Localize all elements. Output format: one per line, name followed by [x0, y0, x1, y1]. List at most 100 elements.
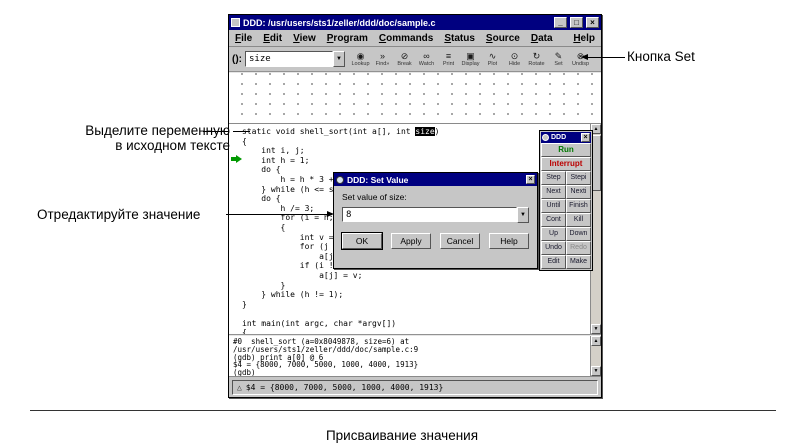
cmd-up-button[interactable]: Up: [541, 227, 566, 241]
argument-combo: ▼: [245, 51, 345, 67]
scroll-up-icon[interactable]: ▲: [591, 336, 601, 346]
status-text: $4 = {8000, 7000, 5000, 1000, 4000, 1913…: [246, 383, 443, 392]
dialog-cancel-button[interactable]: Cancel: [440, 233, 480, 249]
cmd-stepi-button[interactable]: Stepi: [566, 171, 591, 185]
command-row: UndoRedo: [541, 241, 591, 255]
print-icon: ≡: [446, 51, 451, 61]
value-dropdown-icon[interactable]: ▼: [517, 207, 529, 223]
set-value-dialog: DDD: Set Value × Set value of size: ▼ OK…: [333, 172, 538, 269]
cmd-cont-button[interactable]: Cont: [541, 213, 566, 227]
dialog-close-icon[interactable]: ×: [526, 175, 535, 184]
scroll-down-icon[interactable]: ▼: [591, 324, 601, 334]
minimize-button[interactable]: _: [554, 17, 567, 28]
code-line1-suffix: ): [435, 127, 440, 136]
hide-button[interactable]: ⊙Hide: [504, 47, 525, 71]
window-title: DDD: /usr/users/sts1/zeller/ddd/doc/samp…: [243, 18, 551, 28]
close-button[interactable]: ×: [586, 17, 599, 28]
display-label: Display: [461, 61, 479, 67]
cmd-nexti-button[interactable]: Nexti: [566, 185, 591, 199]
gdb-console-text[interactable]: #0 shell_sort (a=0x8049878, size=6) at /…: [233, 338, 418, 377]
scroll-down-icon[interactable]: ▼: [591, 366, 601, 376]
annotation-arrowhead-icon: [327, 211, 334, 217]
menu-commands[interactable]: Commands: [379, 33, 433, 44]
cmd-step-button[interactable]: Step: [541, 171, 566, 185]
annotation-line: [588, 57, 625, 58]
ddd-window: DDD: /usr/users/sts1/zeller/ddd/doc/samp…: [228, 14, 602, 398]
menu-program[interactable]: Program: [327, 33, 368, 44]
run-button[interactable]: Run: [541, 143, 591, 157]
command-tool-icon: [542, 134, 549, 141]
print-button[interactable]: ≡Print: [438, 47, 459, 71]
print-label: Print: [443, 61, 454, 67]
command-row: NextNexti: [541, 185, 591, 199]
watch-label: Watch: [419, 61, 434, 67]
annotation-line: [226, 214, 327, 215]
argument-label: ():: [232, 54, 242, 65]
break-icon: ⊘: [401, 51, 409, 61]
dialog-title: DDD: Set Value: [347, 175, 523, 185]
cmd-finish-button[interactable]: Finish: [566, 199, 591, 213]
command-tool: DDD × Run Interrupt StepStepiNextNextiUn…: [539, 130, 593, 271]
console-scrollbar[interactable]: ▲ ▼: [590, 336, 601, 376]
command-row: StepStepi: [541, 171, 591, 185]
display-button[interactable]: ▣Display: [460, 47, 481, 71]
data-display-canvas[interactable]: [229, 73, 601, 124]
annotation-set-button: Кнопка Set: [627, 49, 695, 64]
cmd-make-button[interactable]: Make: [566, 255, 591, 269]
menu-source[interactable]: Source: [486, 33, 520, 44]
command-tool-grid: StepStepiNextNextiUntilFinishContKillUpD…: [541, 171, 591, 269]
menu-status[interactable]: Status: [444, 33, 475, 44]
argument-dropdown-icon[interactable]: ▼: [333, 51, 345, 67]
cmd-undo-button[interactable]: Undo: [541, 241, 566, 255]
menu-edit[interactable]: Edit: [263, 33, 282, 44]
find-button[interactable]: »Find»: [372, 47, 393, 71]
interrupt-button[interactable]: Interrupt: [541, 157, 591, 171]
annotation-select-variable: Выделите переменную в исходном тексте: [40, 123, 230, 153]
menu-view[interactable]: View: [293, 33, 316, 44]
lookup-label: Lookup: [351, 61, 369, 67]
dialog-icon: [336, 176, 344, 184]
dialog-ok-button[interactable]: OK: [342, 233, 382, 249]
value-input[interactable]: [342, 207, 517, 222]
menu-help[interactable]: Help: [573, 33, 595, 44]
cmd-down-button[interactable]: Down: [566, 227, 591, 241]
menu-file[interactable]: File: [235, 33, 252, 44]
display-icon: ▣: [466, 51, 475, 61]
command-row: EditMake: [541, 255, 591, 269]
cmd-until-button[interactable]: Until: [541, 199, 566, 213]
toolbar: (): ▼ ◉Lookup»Find»⊘Break∞Watch≡Print▣Di…: [229, 47, 601, 73]
caption-separator: [30, 410, 776, 411]
set-button[interactable]: ✎Set: [548, 47, 569, 71]
argument-input[interactable]: [245, 51, 333, 67]
plot-button[interactable]: ∿Plot: [482, 47, 503, 71]
selected-variable[interactable]: size: [415, 127, 434, 136]
lookup-icon: ◉: [357, 51, 365, 61]
break-button[interactable]: ⊘Break: [394, 47, 415, 71]
maximize-button[interactable]: □: [570, 17, 583, 28]
dialog-label: Set value of size:: [342, 192, 529, 202]
menu-data[interactable]: Data: [531, 33, 553, 44]
watch-icon: ∞: [423, 51, 429, 61]
cmd-kill-button[interactable]: Kill: [566, 213, 591, 227]
dialog-apply-button[interactable]: Apply: [391, 233, 431, 249]
command-tool-close-icon[interactable]: ×: [581, 133, 590, 142]
break-label: Break: [397, 61, 411, 67]
manual-page: DDD: /usr/users/sts1/zeller/ddd/doc/samp…: [0, 0, 804, 446]
dialog-body: Set value of size: ▼ OK Apply Cancel Help: [334, 186, 537, 268]
set-icon: ✎: [555, 51, 563, 61]
title-bar: DDD: /usr/users/sts1/zeller/ddd/doc/samp…: [229, 15, 601, 30]
find-icon: »: [380, 51, 385, 61]
status-led-icon[interactable]: △: [237, 383, 242, 392]
watch-button[interactable]: ∞Watch: [416, 47, 437, 71]
code-line1-prefix: static void shell_sort(int a[], int: [242, 127, 415, 136]
cmd-next-button[interactable]: Next: [541, 185, 566, 199]
console-pane[interactable]: #0 shell_sort (a=0x8049878, size=6) at /…: [229, 336, 601, 377]
dialog-help-button[interactable]: Help: [489, 233, 529, 249]
rotate-button[interactable]: ↻Rotate: [526, 47, 547, 71]
cmd-edit-button[interactable]: Edit: [541, 255, 566, 269]
undisp-label: Undisp: [572, 61, 589, 67]
set-label: Set: [554, 61, 562, 67]
cmd-redo-button[interactable]: Redo: [566, 241, 591, 255]
lookup-button[interactable]: ◉Lookup: [350, 47, 371, 71]
menu-bar: File Edit View Program Commands Status Source D…: [229, 30, 601, 47]
